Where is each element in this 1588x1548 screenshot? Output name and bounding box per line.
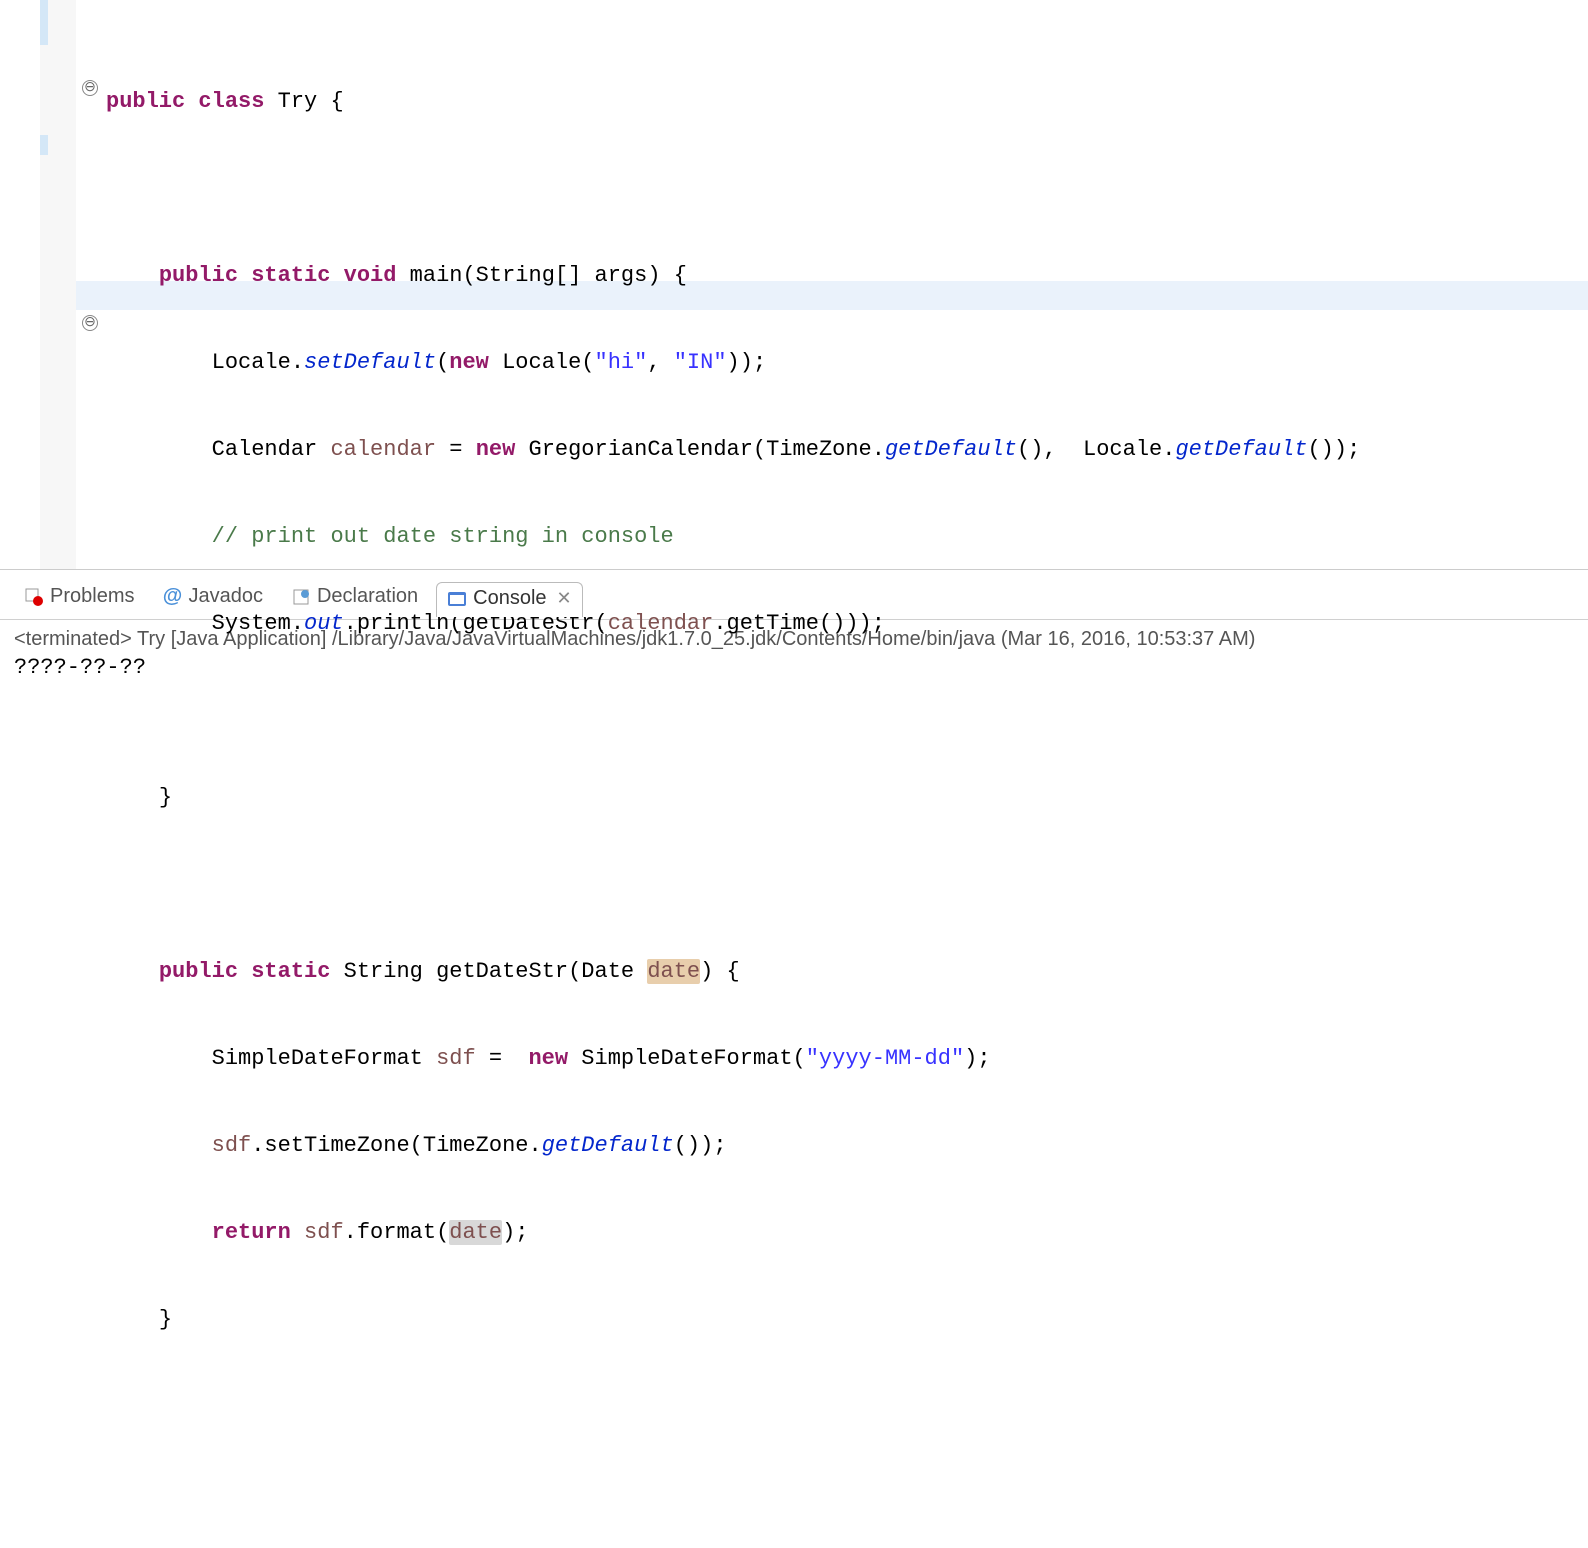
code-line: [106, 1392, 1588, 1421]
tab-label: Console: [473, 587, 546, 610]
code-line: [106, 870, 1588, 899]
code-line: }: [106, 1305, 1588, 1334]
code-line: sdf.setTimeZone(TimeZone.getDefault());: [106, 1131, 1588, 1160]
code-line: // print out date string in console: [106, 522, 1588, 551]
change-marker: [40, 0, 48, 45]
code-editor[interactable]: ⊖ ⊖ public class Try { public static voi…: [0, 0, 1588, 570]
code-line: [106, 174, 1588, 203]
code-line: SimpleDateFormat sdf = new SimpleDateFor…: [106, 1044, 1588, 1073]
code-line: return sdf.format(date);: [106, 1218, 1588, 1247]
code-line: [106, 1479, 1588, 1508]
editor-gutter: ⊖ ⊖: [0, 0, 76, 569]
gutter-shade: [40, 0, 76, 569]
code-line: public static void main(String[] args) {: [106, 261, 1588, 290]
code-line: public class Try {: [106, 87, 1588, 116]
tab-console[interactable]: Console ✕: [436, 582, 582, 617]
code-line: public static String getDateStr(Date dat…: [106, 957, 1588, 986]
code-line: Locale.setDefault(new Locale("hi", "IN")…: [106, 348, 1588, 377]
change-marker: [40, 135, 48, 155]
close-icon[interactable]: ✕: [557, 588, 572, 609]
code-line: Calendar calendar = new GregorianCalenda…: [106, 435, 1588, 464]
problems-icon: [24, 587, 44, 607]
code-area[interactable]: public class Try { public static void ma…: [76, 0, 1588, 569]
code-line: [106, 696, 1588, 725]
console-icon: [447, 589, 467, 609]
code-line: }: [106, 783, 1588, 812]
code-line: System.out.println(getDateStr(calendar.g…: [106, 609, 1588, 638]
